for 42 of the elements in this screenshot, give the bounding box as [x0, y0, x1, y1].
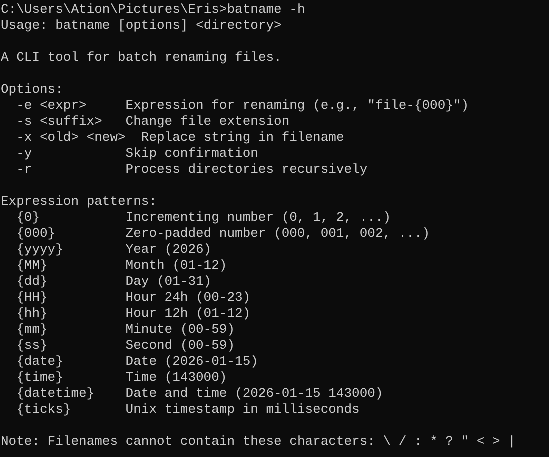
console-line: Expression patterns: — [1, 194, 158, 210]
option-description: Unix timestamp in milliseconds — [126, 402, 360, 418]
option-description: Date (2026-01-15) — [126, 354, 258, 370]
option-description: Minute (00-59) — [126, 322, 236, 338]
option-description: Expression for renaming (e.g., "file-{000}") — [126, 98, 470, 114]
option-description: Hour 12h (01-12) — [126, 306, 251, 322]
option-description: Hour 24h (00-23) — [126, 290, 251, 306]
option-term: {time} — [16, 370, 64, 386]
option-term: -r — [16, 162, 34, 178]
console-line: C:\Users\Ation\Pictures\Eris>batname -h — [1, 2, 306, 18]
option-term: -y — [16, 146, 34, 162]
option-term: {hh} — [16, 306, 49, 322]
option-description: Change file extension — [126, 114, 290, 130]
option-term: {000} — [16, 226, 57, 242]
console-line: Note: Filenames cannot contain these characters: \ / : * ? " < > | — [1, 434, 516, 450]
option-term: {0} — [16, 210, 41, 226]
option-term: {date} — [16, 354, 64, 370]
option-term: -x <old> <new> — [16, 130, 126, 146]
option-description: Time (143000) — [126, 370, 228, 386]
option-term: -s <suffix> — [16, 114, 104, 130]
option-description: Skip confirmation — [126, 146, 258, 162]
option-description: Replace string in filename — [141, 130, 344, 146]
option-term: {datetime} — [16, 386, 96, 402]
option-description: Date and time (2026-01-15 143000) — [126, 386, 384, 402]
option-term: {ticks} — [16, 402, 72, 418]
option-description: Day (01-31) — [126, 274, 212, 290]
option-term: {yyyy} — [16, 242, 64, 258]
option-term: {mm} — [16, 322, 49, 338]
option-description: Process directories recursively — [126, 162, 368, 178]
console-line: Options: — [1, 82, 64, 98]
console-line: Usage: batname [options] <directory> — [1, 18, 282, 34]
option-term: {ss} — [16, 338, 49, 354]
option-description: Month (01-12) — [126, 258, 228, 274]
option-term: {dd} — [16, 274, 49, 290]
option-term: {MM} — [16, 258, 49, 274]
option-term: -e <expr> — [16, 98, 88, 114]
option-description: Second (00-59) — [126, 338, 236, 354]
option-description: Year (2026) — [126, 242, 212, 258]
console-line: A CLI tool for batch renaming files. — [1, 50, 282, 66]
option-description: Zero-padded number (000, 001, 002, ...) — [126, 226, 430, 242]
option-description: Incrementing number (0, 1, 2, ...) — [126, 210, 392, 226]
option-term: {HH} — [16, 290, 49, 306]
